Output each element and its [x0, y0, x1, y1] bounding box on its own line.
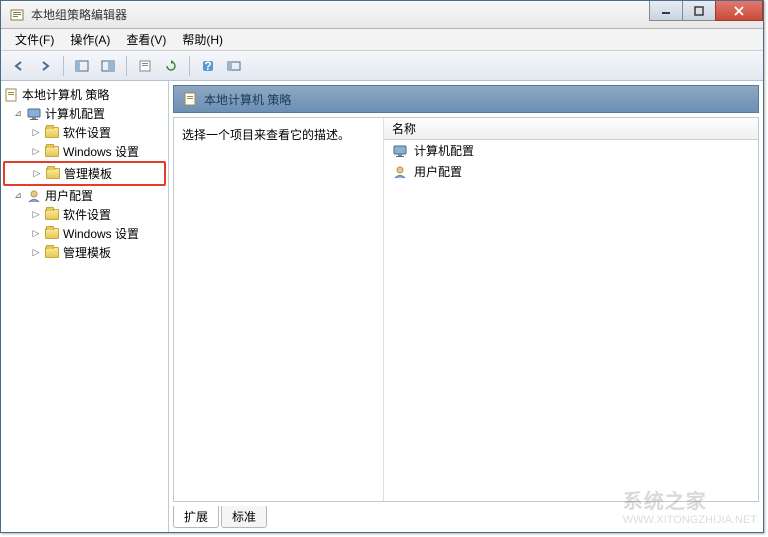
folder-icon	[44, 144, 60, 160]
list-item-label: 计算机配置	[414, 142, 474, 159]
toolbar-extra-button[interactable]	[222, 54, 246, 78]
tab-extended[interactable]: 扩展	[173, 506, 219, 528]
maximize-button[interactable]	[682, 1, 716, 21]
folder-icon	[44, 226, 60, 242]
policy-icon	[3, 87, 19, 103]
folder-icon	[44, 207, 60, 223]
toolbar-separator	[63, 56, 64, 76]
arrow-right-icon[interactable]: ▷	[31, 128, 41, 138]
list-item-computer-config[interactable]: 计算机配置	[384, 140, 758, 161]
menu-help[interactable]: 帮助(H)	[174, 29, 231, 50]
tree-label: 管理模板	[64, 165, 112, 182]
tree-item-windows-settings-user[interactable]: ▷ Windows 设置	[3, 224, 166, 243]
arrow-down-icon[interactable]: ⊿	[13, 191, 23, 201]
list-item-label: 用户配置	[414, 163, 462, 180]
column-header-name: 名称	[392, 120, 416, 137]
highlight-box: ▷ 管理模板	[3, 161, 166, 186]
tree-item-admin-templates-user[interactable]: ▷ 管理模板	[3, 243, 166, 262]
titlebar[interactable]: 本地组策略编辑器	[1, 1, 763, 29]
right-panel: 本地计算机 策略 选择一个项目来查看它的描述。 名称 计算机配置	[169, 81, 763, 532]
toolbar-panel2-button[interactable]	[96, 54, 120, 78]
back-button[interactable]	[7, 54, 31, 78]
tree-item-software-settings-user[interactable]: ▷ 软件设置	[3, 205, 166, 224]
refresh-button[interactable]	[159, 54, 183, 78]
user-icon	[392, 164, 408, 180]
menu-view[interactable]: 查看(V)	[118, 29, 174, 50]
folder-icon	[44, 125, 60, 141]
folder-icon	[44, 245, 60, 261]
tab-standard[interactable]: 标准	[221, 506, 267, 528]
menubar: 文件(F) 操作(A) 查看(V) 帮助(H)	[1, 29, 763, 51]
tree-label: Windows 设置	[63, 143, 139, 160]
toolbar: ?	[1, 51, 763, 81]
forward-button[interactable]	[33, 54, 57, 78]
menu-action[interactable]: 操作(A)	[62, 29, 118, 50]
description-text: 选择一个项目来查看它的描述。	[182, 128, 350, 142]
tree-label: 管理模板	[63, 244, 111, 261]
content-area: 本地计算机 策略 ⊿ 计算机配置 ▷ 软件设置 ▷ Windows 设置 ▷	[1, 81, 763, 532]
window-buttons	[650, 1, 763, 21]
user-icon	[26, 188, 42, 204]
description-column: 选择一个项目来查看它的描述。	[174, 118, 384, 501]
tree-item-windows-settings[interactable]: ▷ Windows 设置	[3, 142, 166, 161]
computer-icon	[26, 106, 42, 122]
arrow-right-icon[interactable]: ▷	[32, 169, 42, 179]
list-header[interactable]: 名称	[384, 118, 758, 140]
tree-panel[interactable]: 本地计算机 策略 ⊿ 计算机配置 ▷ 软件设置 ▷ Windows 设置 ▷	[1, 81, 169, 532]
computer-icon	[392, 143, 408, 159]
tree-root-label: 本地计算机 策略	[22, 86, 109, 103]
arrow-down-icon[interactable]: ⊿	[13, 109, 23, 119]
right-header: 本地计算机 策略	[173, 85, 759, 113]
arrow-right-icon[interactable]: ▷	[31, 147, 41, 157]
tree-item-user-config[interactable]: ⊿ 用户配置	[3, 186, 166, 205]
tree-root[interactable]: 本地计算机 策略	[3, 85, 166, 104]
window-frame: 本地组策略编辑器 文件(F) 操作(A) 查看(V) 帮助(H) ? 本地计算机…	[0, 0, 764, 533]
toolbar-separator	[189, 56, 190, 76]
menu-file[interactable]: 文件(F)	[7, 29, 62, 50]
tree-item-software-settings[interactable]: ▷ 软件设置	[3, 123, 166, 142]
tab-bar: 扩展 标准	[173, 506, 759, 528]
toolbar-panel1-button[interactable]	[70, 54, 94, 78]
minimize-button[interactable]	[649, 1, 683, 21]
window-title: 本地组策略编辑器	[31, 6, 127, 23]
close-button[interactable]	[715, 1, 763, 21]
tree-item-computer-config[interactable]: ⊿ 计算机配置	[3, 104, 166, 123]
right-header-title: 本地计算机 策略	[204, 91, 291, 108]
tree-label: Windows 设置	[63, 225, 139, 242]
list-column: 名称 计算机配置 用户配置	[384, 118, 758, 501]
help-button[interactable]: ?	[196, 54, 220, 78]
list-item-user-config[interactable]: 用户配置	[384, 161, 758, 182]
tree-label: 软件设置	[63, 124, 111, 141]
app-icon	[9, 7, 25, 23]
tree-label: 用户配置	[45, 187, 93, 204]
arrow-right-icon[interactable]: ▷	[31, 210, 41, 220]
policy-icon	[182, 91, 198, 107]
tree-label: 软件设置	[63, 206, 111, 223]
properties-button[interactable]	[133, 54, 157, 78]
tree-label: 计算机配置	[45, 105, 105, 122]
arrow-right-icon[interactable]: ▷	[31, 248, 41, 258]
svg-text:?: ?	[204, 59, 211, 73]
arrow-right-icon[interactable]: ▷	[31, 229, 41, 239]
toolbar-separator	[126, 56, 127, 76]
folder-icon	[45, 166, 61, 182]
right-body: 选择一个项目来查看它的描述。 名称 计算机配置 用户配置	[173, 117, 759, 502]
tree-item-admin-templates[interactable]: ▷ 管理模板	[6, 164, 163, 183]
